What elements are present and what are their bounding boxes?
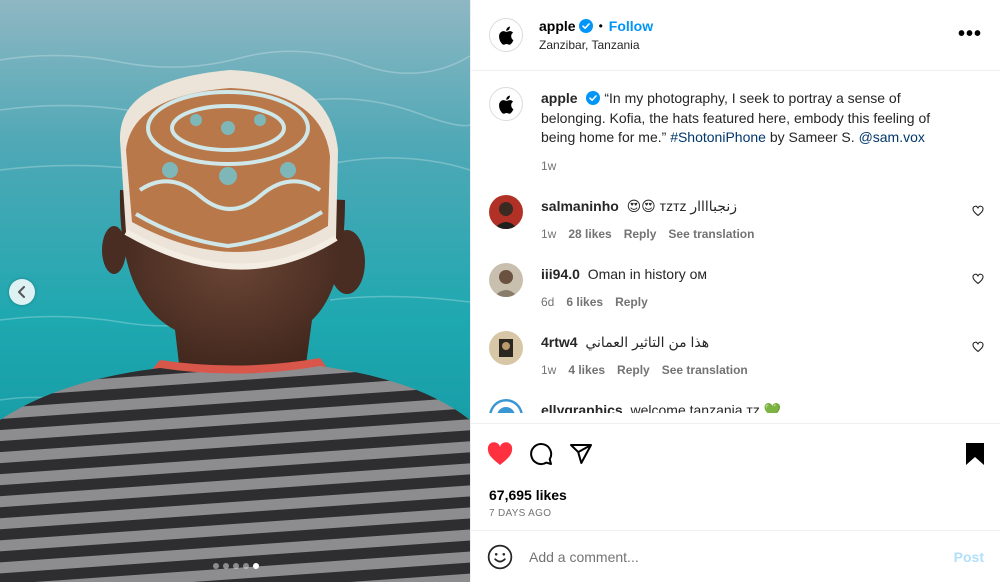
comment-item: 4rtw4 هذا من التاثير العماني 1w 4 likes … [489, 330, 984, 377]
save-button[interactable] [964, 442, 986, 466]
comment-username[interactable]: 4rtw4 [541, 334, 578, 350]
verified-badge-icon [578, 19, 593, 33]
commenter-avatar-image [489, 398, 523, 413]
avatar[interactable] [489, 18, 523, 52]
like-button[interactable] [487, 441, 513, 466]
comment-text: Oman in history ᴏᴍ [587, 265, 708, 282]
comment-time[interactable]: 1w [541, 363, 556, 377]
header-text: apple • Follow Zanzibar, Tanzania [539, 18, 653, 52]
emoji-picker-button[interactable] [487, 544, 513, 570]
reply-button[interactable]: Reply [615, 295, 648, 309]
comments-section: apple “In my photography, I seek to port… [471, 71, 1000, 423]
avatar[interactable] [489, 194, 523, 229]
apple-logo-icon [499, 95, 514, 114]
like-comment-heart-icon[interactable] [972, 273, 984, 285]
share-button[interactable] [569, 442, 593, 466]
caption-username[interactable]: apple [541, 90, 578, 106]
caption: apple “In my photography, I seek to port… [489, 87, 984, 173]
like-comment-heart-icon[interactable] [972, 205, 984, 217]
mention-link[interactable]: @sam.vox [859, 129, 925, 145]
likes-count[interactable]: 67,695 likes [471, 483, 1000, 507]
post-author-username[interactable]: apple [539, 18, 576, 34]
caption-credit: by Sameer S. [769, 129, 855, 145]
post-location[interactable]: Zanzibar, Tanzania [539, 38, 653, 52]
smiley-icon [487, 544, 513, 569]
avatar[interactable] [489, 330, 523, 365]
previous-image-button[interactable] [9, 279, 35, 305]
post-actions-bar [471, 423, 1000, 483]
separator-dot: • [598, 19, 603, 33]
post-date[interactable]: 7 DAYS AGO [471, 507, 1000, 527]
comment-bubble-icon [530, 442, 553, 465]
follow-button[interactable]: Follow [609, 18, 653, 34]
comment-text: welcome tanzania ᴛᴢ 💚 [630, 401, 782, 413]
commenter-avatar-image [489, 262, 523, 297]
like-comment-heart-icon[interactable] [972, 341, 984, 353]
caption-text: apple “In my photography, I seek to port… [541, 87, 961, 148]
more-options-icon: ••• [957, 23, 982, 45]
verified-badge-icon [586, 91, 601, 105]
post-header: apple • Follow Zanzibar, Tanzania ••• [471, 0, 1000, 71]
comment-text: 😍😍 ᴛᴢᴛᴢ زنجباااار [626, 197, 737, 214]
comment-text: هذا من التاثير العماني [585, 333, 710, 350]
carousel-dot [253, 563, 259, 569]
more-options-button[interactable]: ••• [958, 24, 982, 44]
comment-username[interactable]: salmaninho [541, 198, 619, 214]
avatar[interactable] [489, 262, 523, 297]
post-comment-button[interactable]: Post [954, 549, 984, 565]
comment-username[interactable]: iii94.0 [541, 266, 580, 282]
see-translation-button[interactable]: See translation [668, 227, 754, 241]
avatar[interactable] [489, 87, 523, 121]
comment-username[interactable]: ellygraphics [541, 402, 623, 413]
chevron-left-icon [18, 286, 25, 298]
commenter-avatar-image [489, 330, 523, 365]
comment-item: iii94.0 Oman in history ᴏᴍ 6d 6 likes Re… [489, 262, 984, 309]
post-photo [0, 0, 470, 582]
comment-button[interactable] [529, 442, 553, 466]
commenter-avatar-image [489, 194, 523, 229]
comment-time[interactable]: 1w [541, 227, 556, 241]
bookmark-filled-icon [966, 442, 984, 465]
reply-button[interactable]: Reply [617, 363, 650, 377]
comment-item: salmaninho 😍😍 ᴛᴢᴛᴢ زنجباااار 1w 28 likes… [489, 194, 984, 241]
paper-plane-icon [570, 443, 592, 464]
carousel-dot [233, 563, 239, 569]
carousel-indicator [0, 563, 470, 569]
hashtag-link[interactable]: #ShotoniPhone [670, 129, 766, 145]
instagram-post: apple • Follow Zanzibar, Tanzania ••• ap… [0, 0, 1000, 582]
add-comment-input[interactable] [529, 548, 954, 565]
comment-time[interactable]: 6d [541, 295, 554, 309]
comment-likes[interactable]: 6 likes [566, 295, 603, 309]
kofia-photo [0, 0, 470, 582]
heart-filled-icon [487, 441, 513, 465]
caption-meta: 1w [541, 159, 961, 173]
apple-logo-icon [499, 26, 514, 45]
caption-time[interactable]: 1w [541, 159, 556, 173]
post-details-panel: apple • Follow Zanzibar, Tanzania ••• ap… [470, 0, 1000, 582]
avatar[interactable] [489, 398, 523, 413]
comment-likes[interactable]: 4 likes [568, 363, 605, 377]
carousel-dot [243, 563, 249, 569]
comment-item: ellygraphics welcome tanzania ᴛᴢ 💚 [489, 398, 984, 413]
carousel-dot [223, 563, 229, 569]
comment-likes[interactable]: 28 likes [568, 227, 611, 241]
carousel-dot [213, 563, 219, 569]
see-translation-button[interactable]: See translation [662, 363, 748, 377]
reply-button[interactable]: Reply [624, 227, 657, 241]
add-comment-bar: Post [471, 530, 1000, 582]
